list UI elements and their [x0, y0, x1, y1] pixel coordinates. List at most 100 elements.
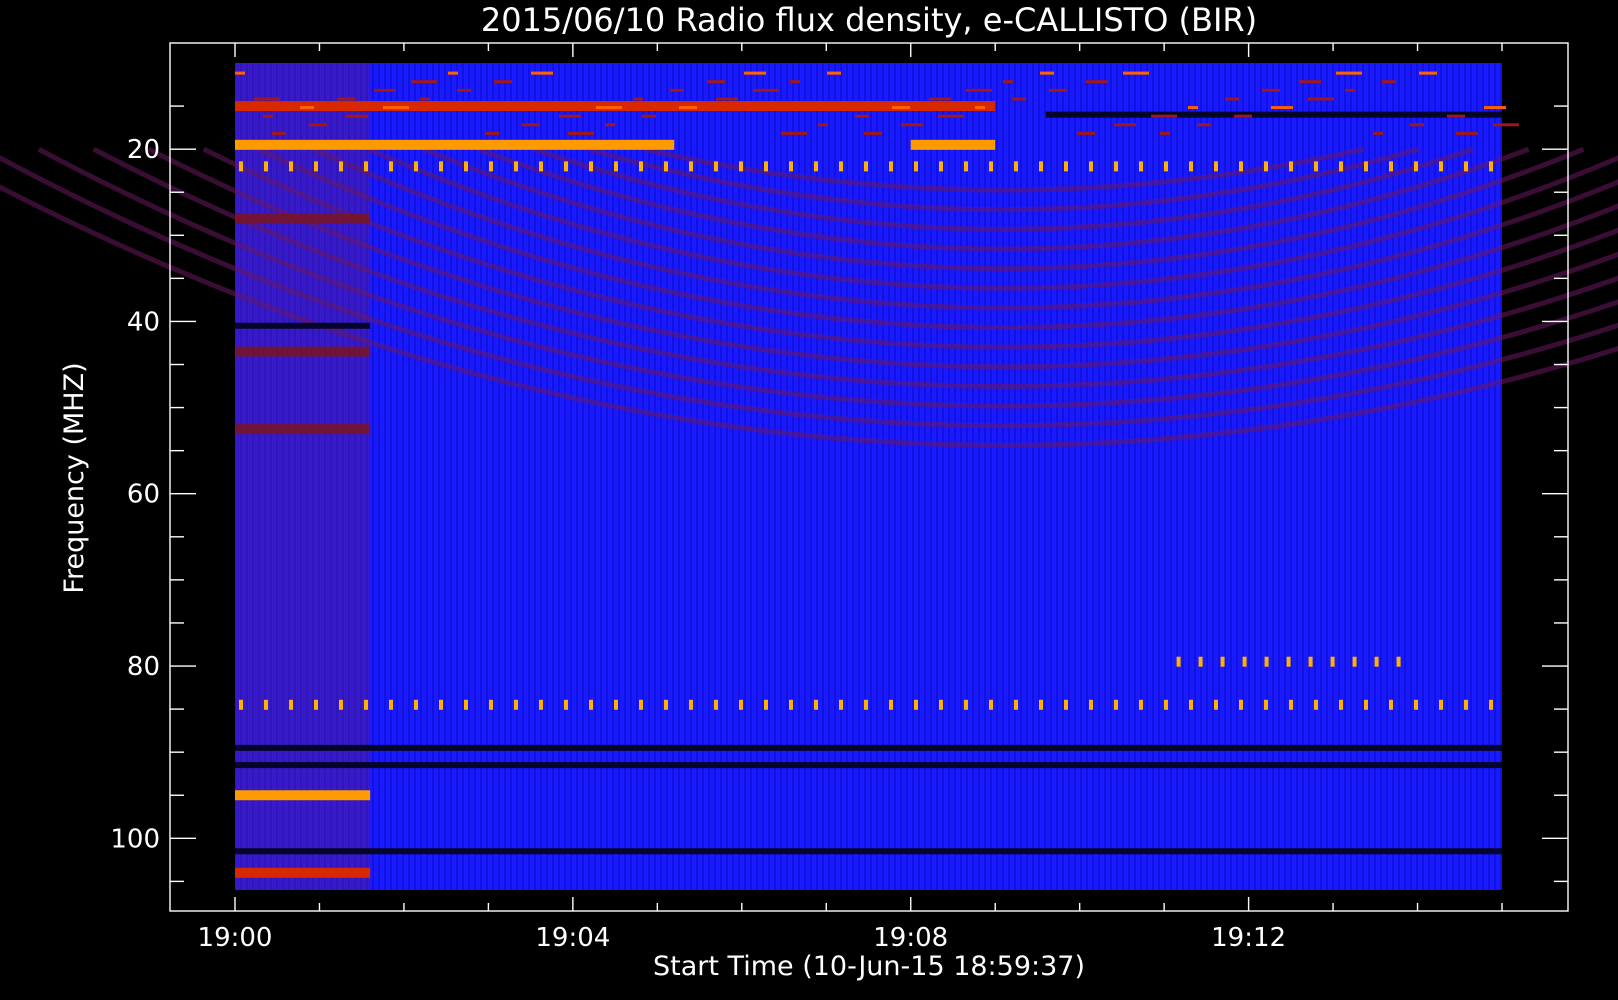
rfi-spike [864, 161, 868, 172]
rfi-spike [1439, 699, 1443, 710]
rfi-spike [539, 699, 543, 710]
noise-streak [781, 131, 807, 135]
rfi-spike [1339, 161, 1343, 172]
rfi-spike [414, 699, 418, 710]
noise-streak [346, 114, 368, 118]
noise-streak [929, 97, 951, 101]
rfi-spike [814, 161, 818, 172]
rfi-spike [1264, 656, 1269, 667]
noise-streak [1197, 123, 1211, 127]
noise-streak [1123, 71, 1149, 75]
rfi-spike [1289, 699, 1293, 710]
rfi-spike [1214, 161, 1218, 172]
noise-streak [892, 106, 910, 110]
noise-streak [485, 131, 499, 135]
rfi-spike [489, 161, 493, 172]
noise-streak [864, 131, 882, 135]
rfi-spike [1089, 699, 1093, 710]
x-tick-label: 19:08 [873, 923, 948, 953]
rfi-spike [1014, 161, 1018, 172]
rfi-spike [1314, 699, 1318, 710]
rfi-spike [1352, 656, 1357, 667]
rfi-spike [1414, 699, 1418, 710]
rfi-spike [439, 161, 443, 172]
rfi-spike [564, 161, 568, 172]
emission-band [235, 424, 371, 435]
rfi-spike [1439, 161, 1443, 172]
rfi-spike [1039, 699, 1043, 710]
chart-title: 2015/06/10 Radio flux density, e-CALLIST… [481, 1, 1257, 39]
noise-streak [1262, 88, 1280, 92]
rfi-spike [1489, 699, 1493, 710]
noise-streak [383, 106, 409, 110]
noise-streak [448, 71, 458, 75]
rfi-spike [1264, 161, 1268, 172]
rfi-spike [1314, 161, 1318, 172]
rfi-spike [1214, 699, 1218, 710]
noise-streak [975, 106, 985, 110]
rfi-spike [1242, 656, 1247, 667]
rfi-spike [739, 699, 743, 710]
rfi-spike [314, 161, 318, 172]
rfi-spike [514, 161, 518, 172]
rfi-spike [1189, 699, 1193, 710]
noise-streak [938, 114, 964, 118]
noise-streak [1234, 114, 1252, 118]
emission-band [235, 744, 1502, 751]
rfi-spike [1414, 161, 1418, 172]
noise-streak [1410, 123, 1424, 127]
rfi-spike [264, 161, 268, 172]
rfi-spike [1139, 699, 1143, 710]
rfi-spike [1114, 699, 1118, 710]
rfi-spike [314, 699, 318, 710]
noise-streak [1493, 123, 1519, 127]
y-tick-label: 40 [127, 307, 160, 337]
noise-streak [716, 97, 738, 101]
noise-streak [753, 88, 779, 92]
rfi-spike [589, 699, 593, 710]
rfi-spike [864, 699, 868, 710]
rfi-spike [239, 699, 243, 710]
rfi-spike [1198, 656, 1203, 667]
noise-streak [1012, 97, 1026, 101]
noise-streak [1484, 106, 1506, 110]
noise-streak [901, 123, 923, 127]
noise-streak [966, 88, 992, 92]
x-tick-label: 19:00 [198, 923, 273, 953]
rfi-spike [439, 699, 443, 710]
rfi-spike [539, 161, 543, 172]
rfi-spike [939, 699, 943, 710]
y-tick-label: 100 [110, 824, 160, 854]
rfi-spike [889, 699, 893, 710]
rfi-spike [914, 699, 918, 710]
rfi-spike [664, 699, 668, 710]
rfi-spike [1364, 699, 1368, 710]
noise-streak [1308, 97, 1334, 101]
rfi-spike [989, 699, 993, 710]
rfi-spike [639, 161, 643, 172]
rfi-spike [789, 161, 793, 172]
rfi-spike [364, 161, 368, 172]
noise-streak [1225, 97, 1239, 101]
noise-streak [559, 114, 581, 118]
noise-streak [1345, 88, 1355, 92]
rfi-spike [1489, 161, 1493, 172]
rfi-spike [489, 699, 493, 710]
rfi-spike [614, 699, 618, 710]
noise-streak [1077, 131, 1095, 135]
noise-streak [605, 123, 615, 127]
rfi-spike [1289, 161, 1293, 172]
rfi-spike [789, 699, 793, 710]
spectrogram-figure: 19:00 19:04 19:08 19:12 20 40 60 80 100 2015/06… [0, 0, 1618, 1000]
x-axis-label: Start Time (10-Jun-15 18:59:37) [653, 951, 1085, 982]
rfi-spike [1114, 161, 1118, 172]
rfi-spike [1239, 699, 1243, 710]
rfi-spike [1089, 161, 1093, 172]
rfi-spike [914, 161, 918, 172]
emission-band [235, 213, 371, 224]
noise-streak [568, 131, 594, 135]
rfi-spike [889, 161, 893, 172]
rfi-spike [839, 161, 843, 172]
rfi-spike [1464, 161, 1468, 172]
noise-streak [1447, 114, 1465, 118]
